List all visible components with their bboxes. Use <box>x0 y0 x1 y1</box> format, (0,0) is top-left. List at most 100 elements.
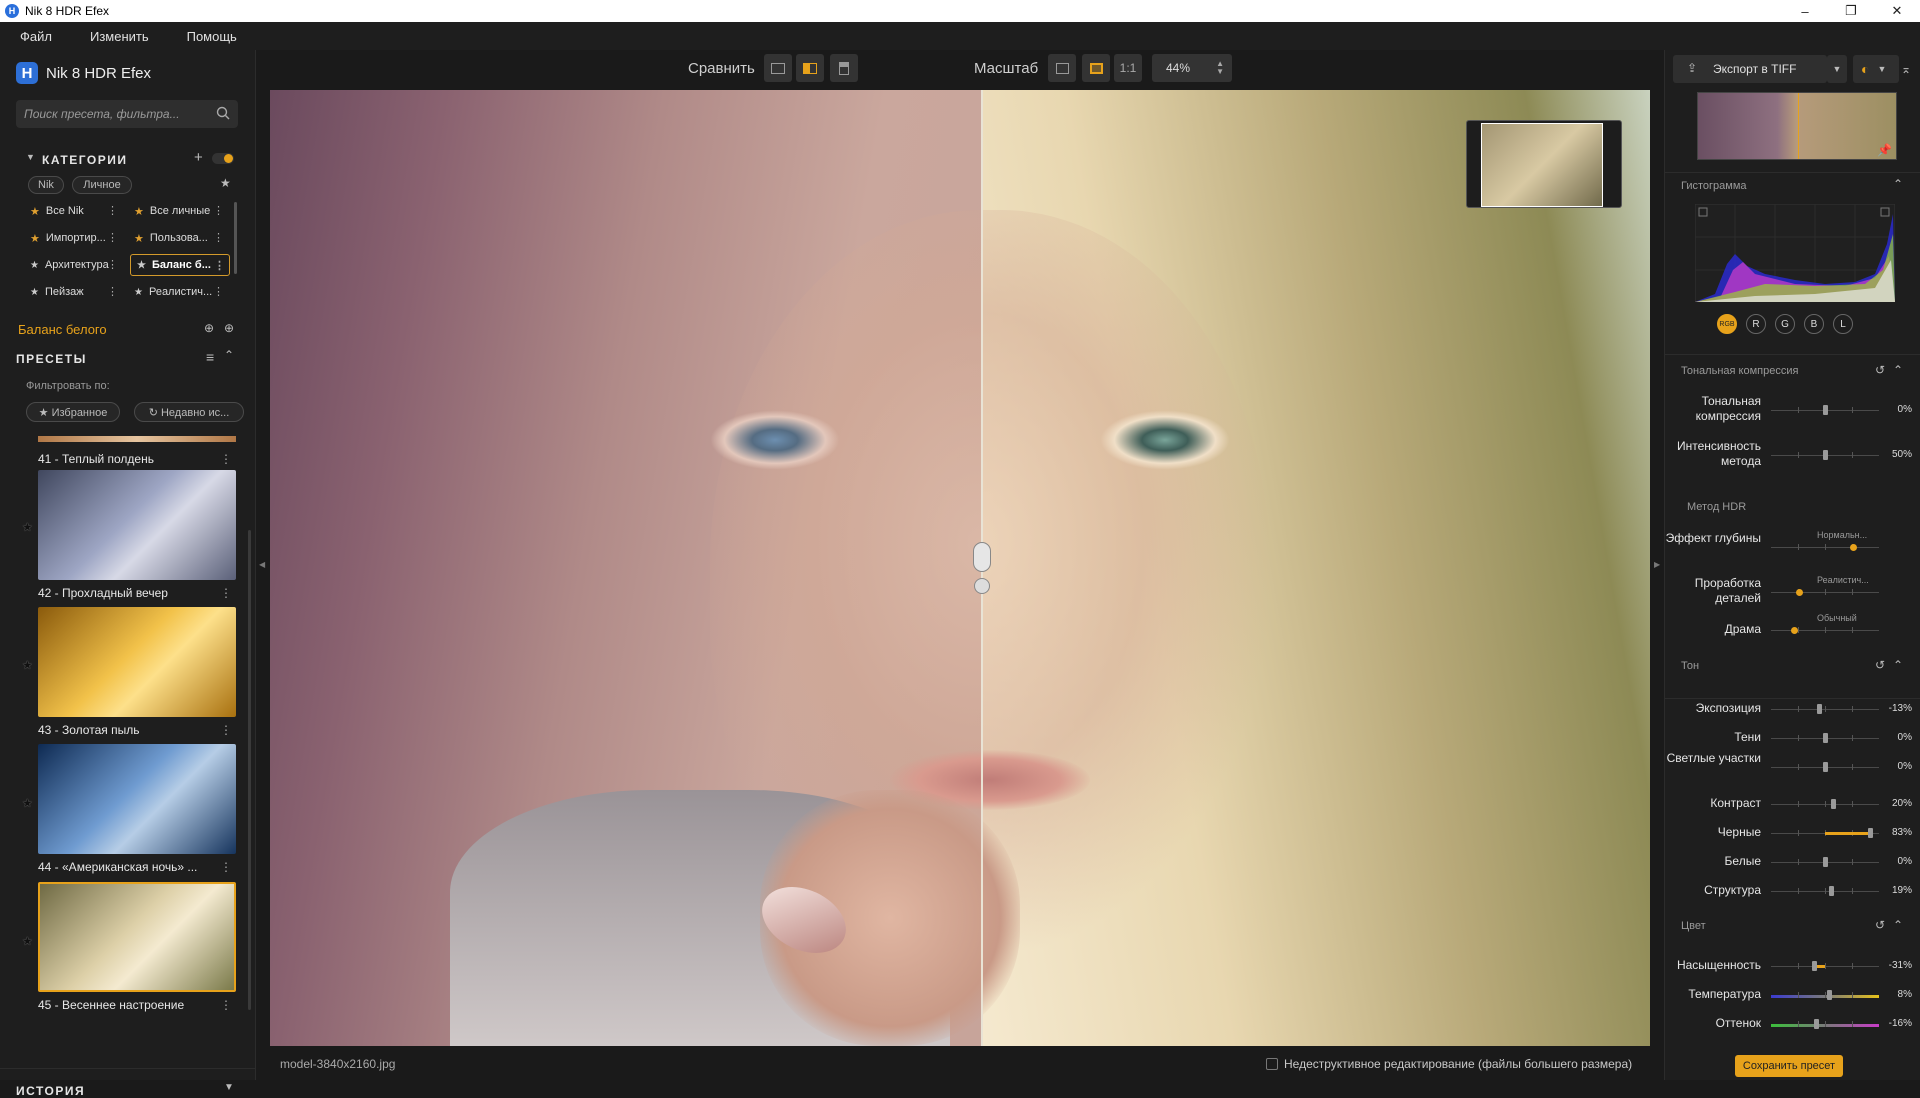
export-button[interactable]: ⇪ Экспорт в TIFF <box>1673 55 1827 83</box>
category-architecture[interactable]: ★ Архитектура ⋮ <box>24 254 122 276</box>
add-icon[interactable]: + <box>194 149 203 166</box>
menu-file[interactable]: Файл <box>0 29 70 44</box>
slider-track[interactable] <box>1771 405 1879 415</box>
slider-value[interactable]: 0% <box>1898 732 1912 743</box>
save-preset-button[interactable]: Сохранить пресет <box>1735 1055 1843 1077</box>
stacked-compare-icon[interactable] <box>830 54 858 82</box>
zoom-select[interactable]: 44% ▲ ▼ <box>1152 54 1232 82</box>
slider-track[interactable] <box>1771 704 1879 714</box>
favorite-filter-icon[interactable]: ★ <box>220 176 231 190</box>
slider-thumb[interactable] <box>1814 1019 1820 1029</box>
slider-thumb[interactable] <box>1823 762 1828 772</box>
slider-track[interactable] <box>1771 733 1879 743</box>
preset-thumbnail[interactable] <box>38 470 236 580</box>
reset-icon[interactable]: ↺ <box>1875 918 1885 932</box>
preset-thumb-partial[interactable] <box>38 436 236 442</box>
preset-item[interactable]: 41 - Теплый полдень ⋮ <box>38 446 236 466</box>
more-icon[interactable]: ⋮ <box>220 723 232 737</box>
compare-side-icon[interactable] <box>764 54 792 82</box>
image-canvas[interactable] <box>270 90 1650 1046</box>
hist-rgb-button[interactable]: RGB <box>1717 314 1737 334</box>
slider-thumb[interactable] <box>1868 828 1874 838</box>
slider-value[interactable]: 8% <box>1898 989 1912 1000</box>
star-icon[interactable]: ★ <box>22 658 33 672</box>
filter-favorites[interactable]: ★ Избранное <box>26 402 120 422</box>
slider-value[interactable]: 0% <box>1898 856 1912 867</box>
minimize-button[interactable]: – <box>1782 0 1828 22</box>
import-preset-icon[interactable]: ⊕ <box>224 321 234 335</box>
search-icon[interactable] <box>216 106 230 120</box>
slider-value[interactable]: 0% <box>1898 761 1912 772</box>
slider-thumb[interactable] <box>1850 544 1857 551</box>
slider-thumb[interactable] <box>1816 704 1822 714</box>
hist-l-button[interactable]: L <box>1833 314 1853 334</box>
fill-screen-icon[interactable] <box>1082 54 1110 82</box>
navigator-thumbnail[interactable] <box>1466 120 1622 208</box>
more-icon[interactable]: ⋮ <box>214 259 225 272</box>
slider-track[interactable] <box>1771 828 1879 838</box>
more-icon[interactable]: ⋮ <box>220 586 232 600</box>
search-input[interactable]: Поиск пресета, фильтра... <box>16 100 238 128</box>
more-icon[interactable]: ⋮ <box>107 231 118 244</box>
star-icon[interactable]: ★ <box>22 520 33 534</box>
spinner-icon[interactable]: ▲ ▼ <box>1216 60 1224 76</box>
collapse-panel-icon[interactable]: ⌅ <box>1901 62 1911 76</box>
split-handle[interactable] <box>973 542 991 572</box>
categories-toggle[interactable] <box>212 153 234 164</box>
chip-personal[interactable]: Личное <box>72 176 132 194</box>
hist-b-button[interactable]: B <box>1804 314 1824 334</box>
fit-screen-icon[interactable] <box>1048 54 1076 82</box>
preset-item[interactable]: 43 - Золотая пыль ⋮ <box>38 607 236 737</box>
chevron-down-icon[interactable]: ▼ <box>224 1082 234 1093</box>
slider-thumb[interactable] <box>1823 405 1828 415</box>
add-preset-icon[interactable]: ⊕ <box>204 321 214 335</box>
collapse-right-icon[interactable]: ▶ <box>1654 560 1660 569</box>
slider-thumb[interactable] <box>1829 886 1835 896</box>
slider-track[interactable] <box>1771 450 1879 460</box>
one-to-one-button[interactable]: 1:1 <box>1114 54 1142 82</box>
slider-thumb[interactable] <box>1830 799 1836 809</box>
slider-track[interactable] <box>1771 1019 1879 1029</box>
loupe-preview[interactable]: 📌 <box>1697 92 1897 160</box>
preset-thumbnail[interactable] <box>38 744 236 854</box>
preset-thumbnail[interactable] <box>38 607 236 717</box>
slider-value[interactable]: 19% <box>1892 885 1912 896</box>
more-icon[interactable]: ⋮ <box>107 258 118 271</box>
menu-help[interactable]: Помощь <box>167 29 255 44</box>
list-view-icon[interactable]: ≡ <box>206 349 214 365</box>
slider-track[interactable] <box>1771 762 1879 772</box>
chevron-up-icon[interactable]: ⌃ <box>224 348 234 362</box>
slider-thumb[interactable] <box>1827 990 1833 1000</box>
slider-thumb[interactable] <box>1823 450 1828 460</box>
chevron-up-icon[interactable]: ⌃ <box>1893 363 1903 377</box>
collapse-left-icon[interactable]: ◀ <box>259 560 265 569</box>
split-rotate-handle[interactable] <box>974 578 990 594</box>
slider-track[interactable] <box>1771 544 1879 551</box>
close-button[interactable]: ✕ <box>1874 0 1920 22</box>
star-icon[interactable]: ★ <box>22 934 33 948</box>
more-icon[interactable]: ⋮ <box>220 452 232 466</box>
preset-thumbnail[interactable] <box>38 882 236 992</box>
presets-scrollbar[interactable] <box>248 530 251 1010</box>
more-icon[interactable]: ⋮ <box>213 231 224 244</box>
preset-item[interactable]: 42 - Прохладный вечер ⋮ <box>38 470 236 600</box>
reset-icon[interactable]: ↺ <box>1875 363 1885 377</box>
chevron-up-icon[interactable]: ⌃ <box>1893 658 1903 672</box>
slider-value[interactable]: 20% <box>1892 798 1912 809</box>
slider-value[interactable]: 50% <box>1892 449 1912 460</box>
slider-thumb[interactable] <box>1790 627 1798 634</box>
slider-thumb[interactable] <box>1823 733 1828 743</box>
slider-thumb[interactable] <box>1812 961 1818 971</box>
slider-track[interactable] <box>1771 799 1879 809</box>
slider-track[interactable] <box>1771 961 1879 971</box>
chip-nik[interactable]: Nik <box>28 176 64 194</box>
chevron-down-icon[interactable]: ▼ <box>26 152 35 162</box>
more-icon[interactable]: ⋮ <box>107 204 118 217</box>
star-icon[interactable]: ★ <box>22 796 33 810</box>
category-all-nik[interactable]: ★ Все Nik ⋮ <box>24 200 122 222</box>
slider-value[interactable]: -16% <box>1889 1018 1912 1029</box>
sync-button[interactable]: ◐ ▼ <box>1853 55 1899 83</box>
hist-r-button[interactable]: R <box>1746 314 1766 334</box>
chevron-up-icon[interactable]: ⌃ <box>1893 177 1903 191</box>
split-compare-icon[interactable] <box>796 54 824 82</box>
